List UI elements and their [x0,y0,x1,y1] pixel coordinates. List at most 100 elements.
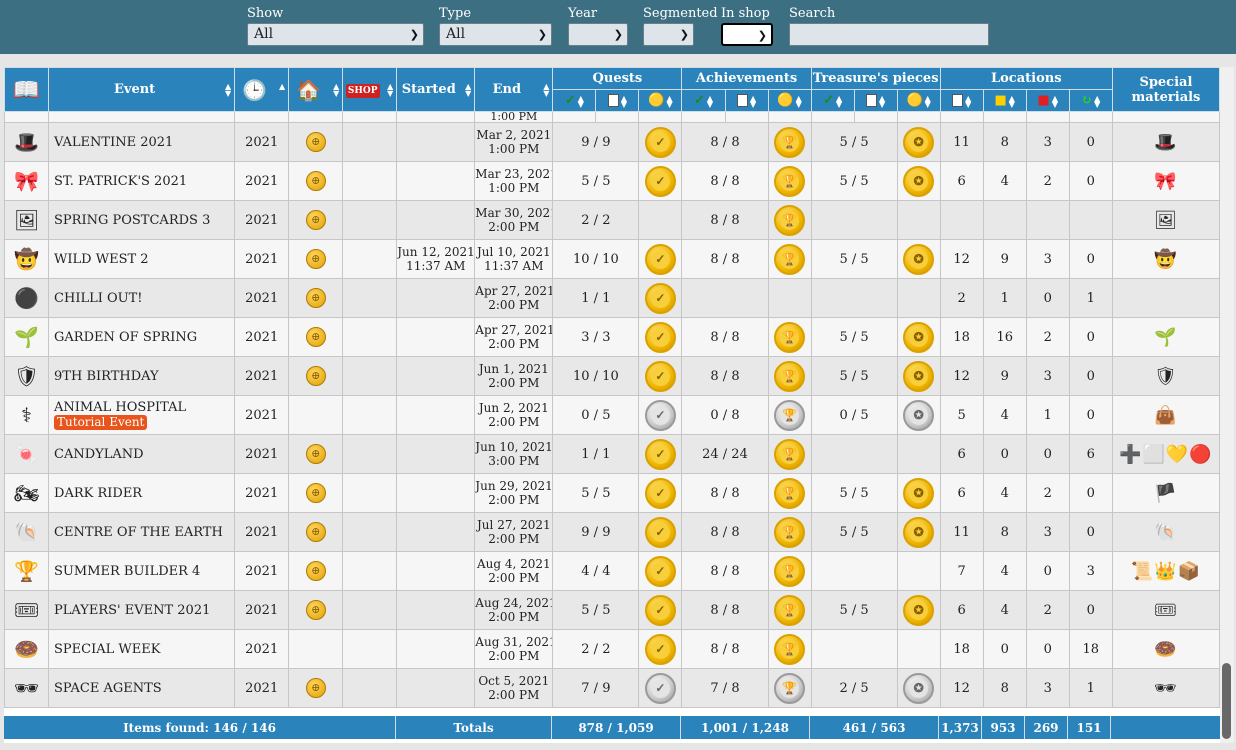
loc-total-sort[interactable]: ▲ ▼ [939,89,984,112]
quests-count: 5 / 5 [552,590,640,630]
loc-repeat-sort[interactable]: ↻ ▲ ▼ [1068,89,1113,112]
shop-cell [342,239,398,279]
table-row-partial[interactable]: 1:00 PM [4,111,1220,123]
loc-yellow-sort[interactable]: ■ ▲ ▼ [982,89,1027,112]
year-select[interactable]: ❯ [568,23,628,46]
quests-medal: ✓ [638,512,683,552]
tr-total-sort[interactable]: ▲ ▼ [853,89,898,112]
col-event-header[interactable]: Event ▲ ▼ [48,67,236,112]
event-name[interactable]: ANIMAL HOSPITAL Tutorial Event [48,395,236,435]
sort-icon: ▲ ▼ [620,92,627,109]
quest-gold-medal-icon: ✓ [644,516,676,548]
table-row[interactable]: 🛡 9TH BIRTHDAY 2021 ⊕ Jun 1, 2021 2:00 PM 10 /… [4,356,1220,396]
event-name[interactable]: 9TH BIRTHDAY [48,356,236,396]
treasure-medal [896,200,941,240]
globe-cell: ⊕ [288,668,344,708]
event-icon: 🍬 [4,434,50,474]
table-row[interactable]: 🏍 DARK RIDER 2021 ⊕ Jun 29, 2021 2:00 PM 5 / 5… [4,473,1220,513]
quests-total-sort[interactable]: ▲ ▼ [595,89,640,112]
table-row[interactable]: 🍩 SPECIAL WEEK 2021 Aug 31, 2021 2:00 PM 2 / … [4,629,1220,669]
event-year: 2021 [234,551,290,591]
table-row[interactable]: 🌱 GARDEN OF SPRING 2021 ⊕ Apr 27, 2021 2:00 P… [4,317,1220,357]
treasure-count [810,200,898,240]
event-name[interactable]: GARDEN OF SPRING [48,317,236,357]
in-shop-select[interactable]: ❯ [721,23,773,46]
event-name[interactable]: SUMMER BUILDER 4 [48,551,236,591]
ach-done-sort[interactable]: ✓ ▲ ▼ [681,89,726,112]
table-row[interactable]: ⚕ ANIMAL HOSPITAL Tutorial Event 2021 Jun 2,… [4,395,1220,435]
show-select[interactable]: All ❯ [247,23,424,46]
treasure-medal [896,278,941,318]
start-date [396,317,476,357]
event-name[interactable]: CHILLI OUT! [48,278,236,318]
start-date [396,200,476,240]
tr-medal-sort[interactable]: 🟡 ▲ ▼ [896,89,941,112]
locations-group-header: Locations [939,67,1113,90]
chevron-down-icon: ❯ [409,28,419,41]
ach-total-sort[interactable]: ▲ ▼ [724,89,769,112]
event-name[interactable]: SPRING POSTCARDS 3 [48,200,236,240]
event-name[interactable]: SPACE AGENTS [48,668,236,708]
table-row[interactable]: 🎟 PLAYERS' EVENT 2021 2021 ⊕ Aug 24, 2021 2:0… [4,590,1220,630]
scrollbar-thumb[interactable] [1222,663,1231,739]
house-icon: 🏠 [296,77,322,102]
col-icon-header[interactable]: 📖 [4,67,50,112]
red-alert-icon: ■ [1037,93,1050,108]
event-icon: 🎟 [4,590,50,630]
loc-red: 0 [1025,551,1070,591]
ach-medal-sort[interactable]: 🟡 ▲ ▼ [767,89,812,112]
type-select[interactable]: All ❯ [439,23,552,46]
event-name[interactable]: DARK RIDER [48,473,236,513]
treasure-gold-medal-icon: ✪ [903,243,935,275]
table-row[interactable]: ⚫ CHILLI OUT! 2021 ⊕ Apr 27, 2021 2:00 PM 1 / … [4,278,1220,318]
special-materials: 🏴 [1111,473,1220,513]
event-name[interactable]: CENTRE OF THE EARTH [48,512,236,552]
search-input[interactable] [789,23,989,46]
table-row[interactable]: 🕶 SPACE AGENTS 2021 ⊕ Oct 5, 2021 2:00 PM 7 / … [4,668,1220,708]
tr-done-sort[interactable]: ✓ ▲ ▼ [810,89,855,112]
quests-medal-sort[interactable]: 🟡 ▲ ▼ [638,89,683,112]
loc-repeat: 0 [1068,512,1113,552]
quests-done-sort[interactable]: ✓ ▲ ▼ [552,89,597,112]
loc-repeat: 0 [1068,122,1113,162]
col-shop-header[interactable]: SHOP ▲ ▼ [342,67,398,112]
table-row[interactable]: 🖼 SPRING POSTCARDS 3 2021 ⊕ Mar 30, 2021 2:00… [4,200,1220,240]
event-name[interactable]: WILD WEST 2 [48,239,236,279]
end-date: Jul 10, 2021 11:37 AM [474,239,554,279]
treasure-medal: ✪ [896,395,941,435]
loc-yellow: 16 [982,317,1027,357]
event-name[interactable]: ST. PATRICK'S 2021 [48,161,236,201]
end-date: Aug 31, 2021 2:00 PM [474,629,554,669]
col-end-header[interactable]: End ▲ ▼ [474,67,554,112]
start-date [396,122,476,162]
event-name[interactable]: VALENTINE 2021 [48,122,236,162]
sort-icon: ▲ ▼ [879,92,886,109]
table-row[interactable]: 🎀 ST. PATRICK'S 2021 2021 ⊕ Mar 23, 2021 1:00… [4,161,1220,201]
treasure-count: 5 / 5 [810,317,898,357]
col-started-header[interactable]: Started ▲ ▼ [396,67,476,112]
start-date [396,473,476,513]
col-year-header[interactable]: 🕒 ▲ [234,67,290,112]
event-name[interactable]: PLAYERS' EVENT 2021 [48,590,236,630]
segmented-select[interactable]: ❯ [643,23,694,46]
event-icon: 🍩 [4,629,50,669]
table-row[interactable]: 🏆 SUMMER BUILDER 4 2021 ⊕ Aug 4, 2021 2:00 PM… [4,551,1220,591]
col-globe-header[interactable]: 🏠 ▲ ▼ [288,67,344,112]
loc-yellow: 4 [982,161,1027,201]
achievements-group-header: Achievements [681,67,812,90]
loc-red-sort[interactable]: ■ ▲ ▼ [1025,89,1070,112]
total-loc-3: 269 [1025,716,1068,739]
shop-cell [342,317,398,357]
event-name[interactable]: SPECIAL WEEK [48,629,236,669]
trophy-gold-medal-icon: 🏆 [774,516,806,548]
table-row[interactable]: 🎩 VALENTINE 2021 2021 ⊕ Mar 2, 2021 1:00 PM 9 … [4,122,1220,162]
table-row[interactable]: 🐚 CENTRE OF THE EARTH 2021 ⊕ Jul 27, 2021 2:0… [4,512,1220,552]
quests-medal: ✓ [638,668,683,708]
vertical-scrollbar[interactable] [1220,67,1234,743]
event-name[interactable]: CANDYLAND [48,434,236,474]
table-row[interactable]: 🤠 WILD WEST 2 2021 ⊕ Jun 12, 2021 11:37 AM Jul… [4,239,1220,279]
achievements-count: 8 / 8 [681,551,769,591]
treasure-count [810,278,898,318]
loc-repeat: 0 [1068,395,1113,435]
table-row[interactable]: 🍬 CANDYLAND 2021 ⊕ Jun 10, 2021 3:00 PM 1 / 1 ✓… [4,434,1220,474]
